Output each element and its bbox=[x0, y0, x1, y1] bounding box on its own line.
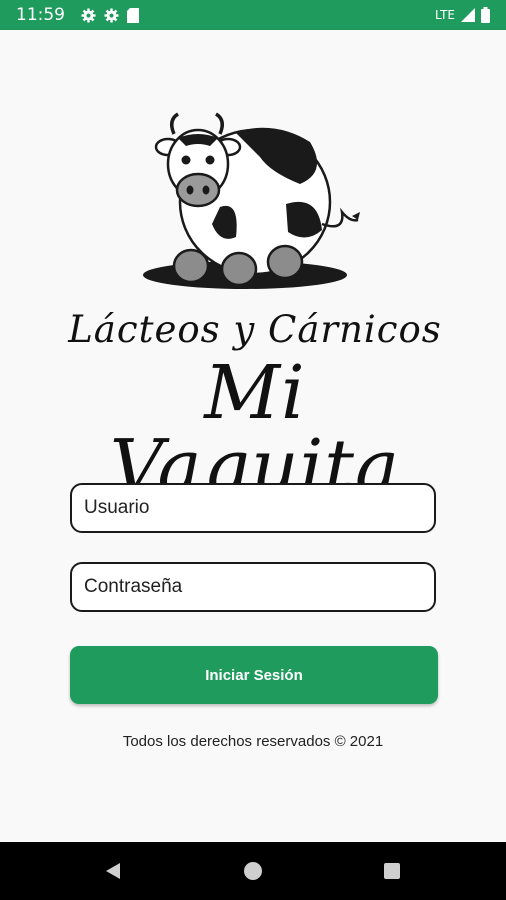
cow-logo-icon bbox=[143, 112, 360, 289]
signal-icon bbox=[461, 8, 475, 22]
password-input[interactable] bbox=[70, 562, 436, 612]
recents-icon[interactable] bbox=[384, 863, 400, 879]
status-right: LTE bbox=[435, 7, 490, 23]
status-icons-left bbox=[81, 7, 139, 23]
sd-card-icon bbox=[127, 7, 139, 23]
settings-icon bbox=[104, 7, 119, 23]
network-type: LTE bbox=[435, 8, 455, 22]
back-icon[interactable] bbox=[104, 862, 122, 880]
logo-tagline: Lácteos y Cárnicos bbox=[68, 308, 442, 351]
battery-icon bbox=[481, 7, 490, 23]
navigation-bar bbox=[0, 842, 506, 900]
status-time: 11:59 bbox=[16, 5, 65, 25]
settings-icon bbox=[81, 7, 96, 23]
logo-brand-name: Mi Vaquita bbox=[109, 350, 401, 510]
home-icon[interactable] bbox=[244, 862, 262, 880]
login-button[interactable]: Iniciar Sesión bbox=[70, 646, 438, 704]
brand-logo: Lácteos y Cárnicos Mi Vaquita bbox=[60, 112, 450, 504]
status-bar: 11:59 LTE bbox=[0, 0, 506, 30]
username-input[interactable] bbox=[70, 483, 436, 533]
copyright-text: Todos los derechos reservados © 2021 bbox=[122, 733, 384, 750]
